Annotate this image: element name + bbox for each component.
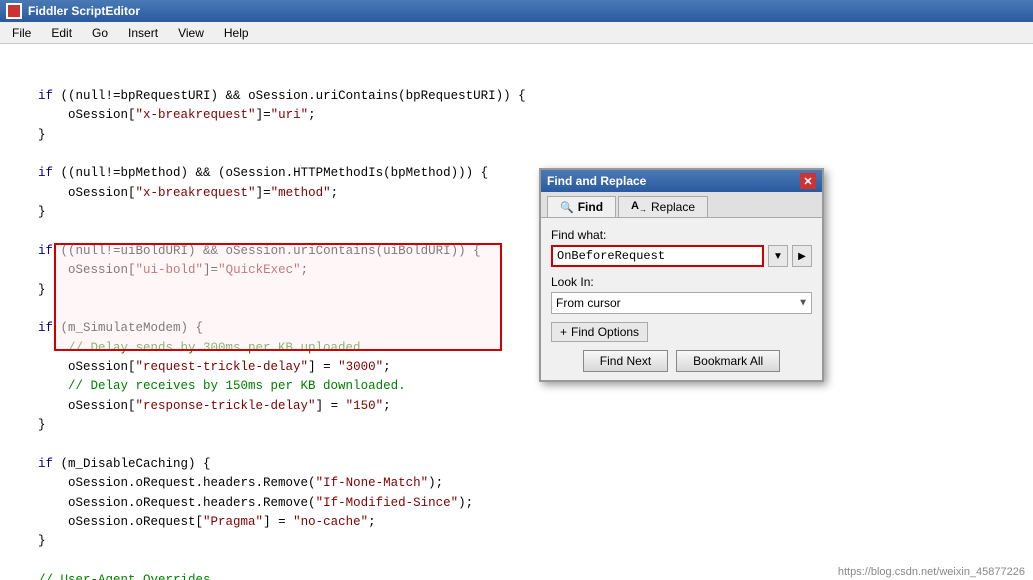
tab-find[interactable]: 🔍 Find [547, 196, 616, 217]
look-in-select[interactable]: From cursor Entire document Current sele… [551, 292, 812, 314]
menu-help[interactable]: Help [216, 24, 257, 42]
menu-view[interactable]: View [170, 24, 212, 42]
app-icon [6, 3, 22, 19]
title-bar: Fiddler ScriptEditor [0, 0, 1033, 22]
find-dropdown-button[interactable]: ▼ [768, 245, 788, 267]
find-options-plus-icon: + [560, 325, 567, 339]
find-options-row: + Find Options [551, 322, 812, 342]
code-content: if ((null!=bpRequestURI) && oSession.uri… [8, 87, 1025, 580]
dialog-close-button[interactable]: ✕ [800, 173, 816, 189]
look-in-row: Look In: From cursor Entire document Cur… [551, 275, 812, 314]
menu-edit[interactable]: Edit [43, 24, 80, 42]
replace-icon: A→ [631, 200, 647, 214]
dialog-body: Find what: ▼ ▶ Look In: From cursor Enti… [541, 218, 822, 380]
find-what-input[interactable] [551, 245, 764, 267]
app-title: Fiddler ScriptEditor [28, 4, 1027, 18]
menu-bar: File Edit Go Insert View Help [0, 22, 1033, 44]
code-editor[interactable]: if ((null!=bpRequestURI) && oSession.uri… [0, 44, 1033, 580]
find-input-row: ▼ ▶ [551, 245, 812, 267]
find-icon: 🔍 [560, 201, 574, 214]
url-bar: https://blog.csdn.net/weixin_45877226 [830, 564, 1033, 580]
url-text: https://blog.csdn.net/weixin_45877226 [838, 566, 1025, 578]
menu-insert[interactable]: Insert [120, 24, 166, 42]
tab-find-label: Find [578, 200, 603, 214]
bookmark-all-button[interactable]: Bookmark All [676, 350, 780, 372]
dialog-tabs: 🔍 Find A→ Replace [541, 192, 822, 218]
find-replace-dialog: Find and Replace ✕ 🔍 Find A→ Replace Fin… [539, 168, 824, 382]
dialog-buttons-row: Find Next Bookmark All [551, 350, 812, 372]
dialog-title: Find and Replace [547, 174, 646, 188]
dialog-title-bar: Find and Replace ✕ [541, 170, 822, 192]
find-what-row: Find what: ▼ ▶ [551, 228, 812, 267]
look-in-label: Look In: [551, 275, 812, 289]
tab-replace-label: Replace [651, 200, 695, 214]
menu-file[interactable]: File [4, 24, 39, 42]
find-what-label: Find what: [551, 228, 812, 242]
tab-replace[interactable]: A→ Replace [618, 196, 708, 217]
look-in-select-wrapper: From cursor Entire document Current sele… [551, 292, 812, 314]
find-next-small-button[interactable]: ▶ [792, 245, 812, 267]
menu-go[interactable]: Go [84, 24, 116, 42]
find-next-button[interactable]: Find Next [583, 350, 668, 372]
find-options-toggle-button[interactable]: + Find Options [551, 322, 648, 342]
find-options-label: Find Options [571, 325, 639, 339]
